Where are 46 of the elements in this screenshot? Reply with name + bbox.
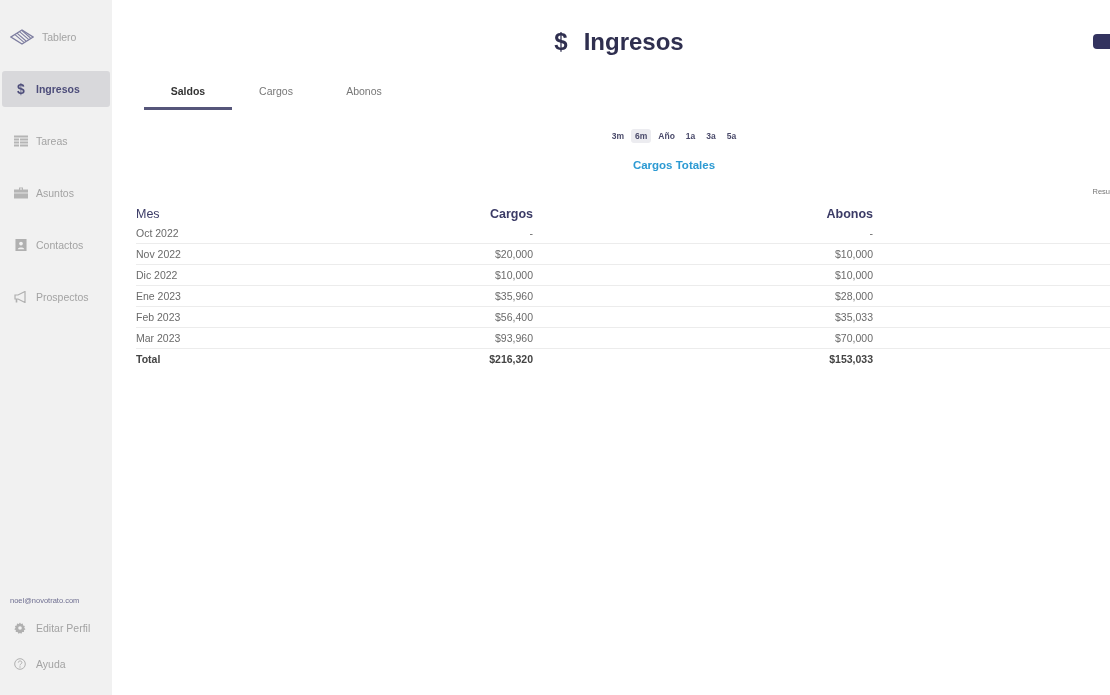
table-cell-text: Oct 2022	[136, 227, 180, 239]
total-cell-text: $153,033	[828, 352, 873, 365]
megaphone-icon	[14, 291, 28, 303]
total-cell-text: Total	[136, 352, 162, 365]
tab[interactable]: Saldos	[144, 80, 232, 110]
period-option[interactable]: 3m	[607, 129, 629, 143]
table-cell-text: Dic 2022	[136, 269, 179, 281]
table-cell-text: $70,000	[834, 332, 873, 344]
period-option[interactable]: Año	[654, 129, 679, 143]
column-header: Cargos	[488, 206, 533, 221]
contact-card-icon	[14, 239, 28, 251]
table-cell-text: Nov 2022	[136, 248, 182, 260]
table-cell-text: $10,000	[834, 248, 873, 260]
header-button[interactable]	[1093, 34, 1110, 49]
table-cell-text: Feb 2023	[136, 311, 182, 323]
dollar-icon: $	[14, 81, 28, 97]
table-cell-text: -	[528, 227, 533, 239]
section-title: Cargos Totales	[632, 159, 716, 171]
settings-icon	[14, 622, 26, 634]
table-cell-text: $10,000	[494, 269, 533, 281]
page-title: Ingresos	[583, 28, 684, 56]
tab[interactable]: Cargos	[232, 80, 320, 110]
help-icon	[14, 658, 26, 670]
table-cell-text: Mar 2023	[136, 332, 182, 344]
column-header: Mes	[136, 206, 161, 221]
list-icon	[14, 135, 28, 147]
table-cell-text: $35,960	[494, 290, 533, 302]
table-cell-text: $28,000	[834, 290, 873, 302]
dollar-icon: $	[554, 28, 568, 56]
striped-diamond-icon	[10, 29, 34, 45]
table-cell-text: $10,000	[834, 269, 873, 281]
table-cell-text: $20,000	[494, 248, 533, 260]
table-cell-text: $35,033	[834, 311, 873, 323]
column-header: Abonos	[825, 206, 873, 221]
nav-item[interactable]: $ Ingresos	[2, 71, 110, 107]
period-option[interactable]: 6m	[631, 129, 652, 143]
total-cell-text: $216,320	[488, 352, 533, 365]
period-option[interactable]: 3a	[702, 129, 720, 143]
briefcase-icon	[14, 187, 28, 199]
tab[interactable]: Abonos	[320, 80, 408, 110]
period-option[interactable]: 5a	[722, 129, 741, 143]
table-cell-text: $56,400	[494, 311, 533, 323]
table-cell-text: -	[868, 227, 873, 239]
table-cell-text: $93,960	[494, 332, 533, 344]
table-cell-text: Ene 2023	[136, 290, 182, 302]
period-option[interactable]: 1a	[681, 129, 700, 143]
